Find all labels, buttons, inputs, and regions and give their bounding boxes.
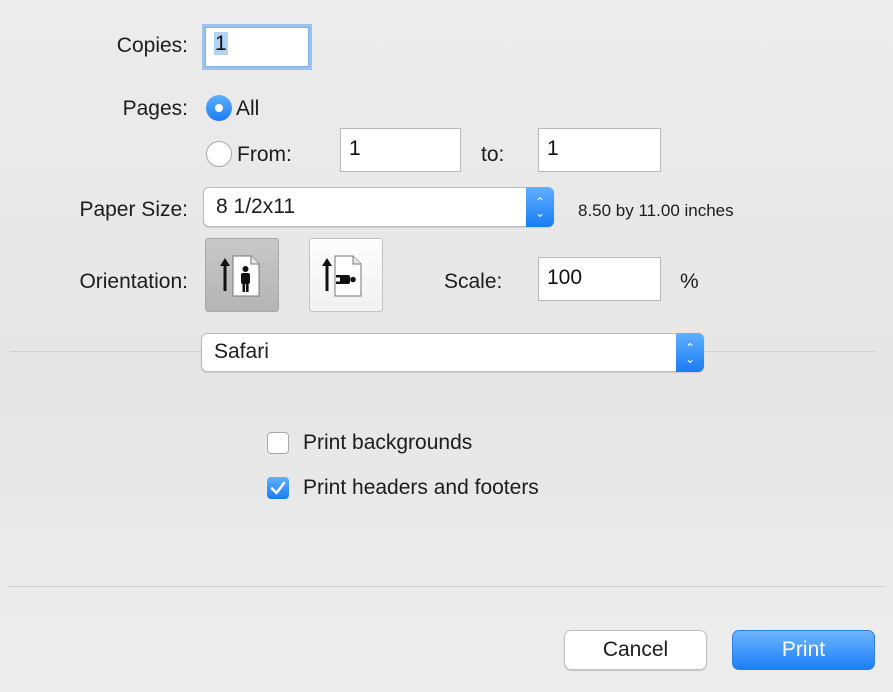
portrait-icon [220, 255, 260, 297]
scale-field[interactable]: 100 [538, 257, 661, 301]
pages-all-radio[interactable] [206, 95, 232, 121]
pages-to-value: 1 [547, 137, 559, 160]
paper-size-label: Paper Size: [79, 198, 188, 221]
paper-size-value: 8 1/2x11 [216, 195, 296, 218]
print-headers-footers-checkbox[interactable] [267, 477, 289, 499]
orientation-portrait-button[interactable] [205, 238, 279, 312]
copies-label: Copies: [116, 34, 188, 57]
cancel-button[interactable]: Cancel [564, 630, 707, 670]
copies-field[interactable]: 1 [205, 27, 309, 67]
print-button[interactable]: Print [732, 630, 875, 670]
print-backgrounds-checkbox[interactable] [267, 432, 289, 454]
pages-from-radio[interactable] [206, 141, 232, 167]
pages-to-field[interactable]: 1 [538, 128, 661, 172]
pages-all-label: All [236, 97, 260, 120]
paper-size-popup[interactable]: 8 1/2x11 ⌃ ⌃ [203, 187, 554, 227]
scale-unit: % [680, 270, 699, 293]
footer-divider [8, 586, 885, 587]
scale-value: 100 [547, 266, 583, 289]
paper-size-description: 8.50 by 11.00 inches [578, 201, 734, 220]
popup-arrows-icon: ⌃ ⌃ [526, 187, 554, 227]
section-popup-value: Safari [214, 340, 269, 363]
checkmark-icon [270, 481, 286, 495]
copies-value: 1 [214, 32, 228, 55]
pages-to-label: to: [481, 143, 505, 166]
orientation-label: Orientation: [79, 270, 188, 293]
orientation-landscape-button[interactable] [309, 238, 383, 312]
pages-from-label: From: [237, 143, 292, 166]
print-headers-footers-label: Print headers and footers [303, 476, 539, 499]
popup-arrows-icon: ⌃ ⌃ [676, 333, 704, 372]
print-backgrounds-label: Print backgrounds [303, 431, 473, 454]
landscape-icon [322, 255, 362, 297]
pages-label: Pages: [122, 97, 188, 120]
pages-from-value: 1 [349, 137, 361, 160]
pages-from-field[interactable]: 1 [340, 128, 461, 172]
scale-label: Scale: [444, 270, 503, 293]
section-popup[interactable]: Safari ⌃ ⌃ [201, 333, 704, 372]
